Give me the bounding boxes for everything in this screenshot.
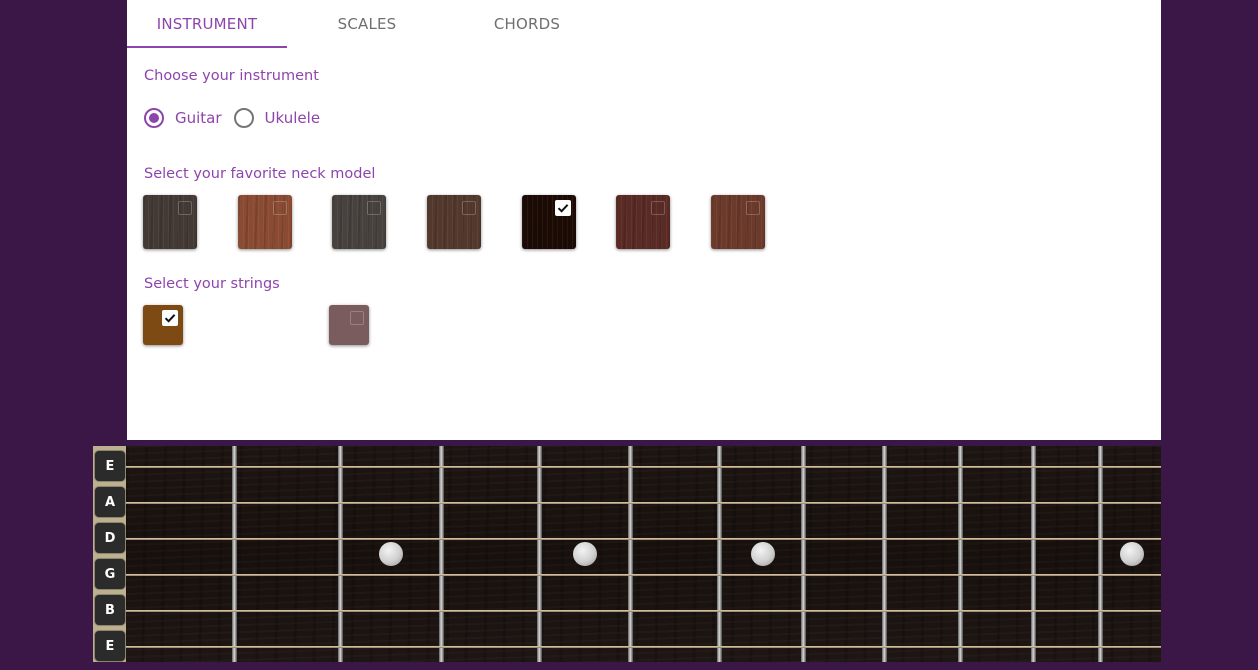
tab-scales[interactable]: SCALES xyxy=(287,0,447,48)
fret-inlay-marker xyxy=(379,542,403,566)
instrument-heading: Choose your instrument xyxy=(144,68,319,84)
string-button-e-low[interactable]: E xyxy=(95,451,125,481)
string-button-a[interactable]: A xyxy=(95,487,125,517)
guitar-string xyxy=(126,502,1161,504)
fret-wire xyxy=(232,446,237,662)
checkmark-icon xyxy=(555,200,571,216)
radio-label-ukulele: Ukulele xyxy=(264,109,321,127)
fret-inlay-marker xyxy=(1120,542,1144,566)
active-tab-indicator xyxy=(127,46,287,48)
string-button-e-high[interactable]: E xyxy=(95,631,125,661)
neck-model-swatch[interactable] xyxy=(616,195,670,249)
fret-wire xyxy=(628,446,633,662)
string-button-d[interactable]: D xyxy=(95,523,125,553)
radio-selected-dot xyxy=(149,113,159,123)
fret-wire xyxy=(1098,446,1103,662)
fret-wire xyxy=(338,446,343,662)
settings-panel: INSTRUMENT SCALES CHORDS Choose your ins… xyxy=(127,0,1161,440)
tab-instrument[interactable]: INSTRUMENT xyxy=(127,0,287,48)
guitar-string xyxy=(126,610,1161,612)
fret-wire xyxy=(958,446,963,662)
guitar-string xyxy=(126,574,1161,576)
neck-model-swatch[interactable] xyxy=(522,195,576,249)
guitar-string xyxy=(126,466,1161,468)
checkbox-icon xyxy=(273,201,287,215)
checkbox-icon xyxy=(350,311,364,325)
fretboard: E A D G B E xyxy=(93,446,1161,662)
fret-wire xyxy=(1031,446,1036,662)
checkbox-icon xyxy=(651,201,665,215)
neck-model-swatch[interactable] xyxy=(143,195,197,249)
fret-wire xyxy=(717,446,722,662)
checkbox-icon xyxy=(178,201,192,215)
guitar-string xyxy=(126,538,1161,540)
string-color-swatch[interactable] xyxy=(143,305,183,345)
fret-inlay-marker xyxy=(751,542,775,566)
neck-model-swatch[interactable] xyxy=(711,195,765,249)
radio-label-guitar: Guitar xyxy=(175,109,222,127)
fret-wire xyxy=(882,446,887,662)
fret-wire xyxy=(537,446,542,662)
checkbox-icon xyxy=(367,201,381,215)
fret-wire xyxy=(439,446,444,662)
radio-ukulele[interactable]: Ukulele xyxy=(233,108,321,128)
radio-button[interactable] xyxy=(233,108,254,128)
fretboard-wood xyxy=(126,446,1161,662)
checkmark-icon xyxy=(162,310,178,326)
neck-model-swatch[interactable] xyxy=(238,195,292,249)
fret-inlay-marker xyxy=(573,542,597,566)
neck-model-swatch[interactable] xyxy=(427,195,481,249)
tab-chords[interactable]: CHORDS xyxy=(447,0,607,48)
fret-wire xyxy=(801,446,806,662)
checkbox-icon xyxy=(462,201,476,215)
neck-model-swatch[interactable] xyxy=(332,195,386,249)
string-button-g[interactable]: G xyxy=(95,559,125,589)
string-button-b[interactable]: B xyxy=(95,595,125,625)
guitar-string xyxy=(126,646,1161,648)
neck-heading: Select your favorite neck model xyxy=(144,166,376,182)
radio-guitar[interactable]: Guitar xyxy=(144,108,222,128)
strings-heading: Select your strings xyxy=(144,276,280,292)
radio-button[interactable] xyxy=(144,108,164,128)
checkbox-icon xyxy=(746,201,760,215)
instrument-radio-group: Guitar Ukulele xyxy=(144,108,332,128)
string-color-swatch[interactable] xyxy=(329,305,369,345)
